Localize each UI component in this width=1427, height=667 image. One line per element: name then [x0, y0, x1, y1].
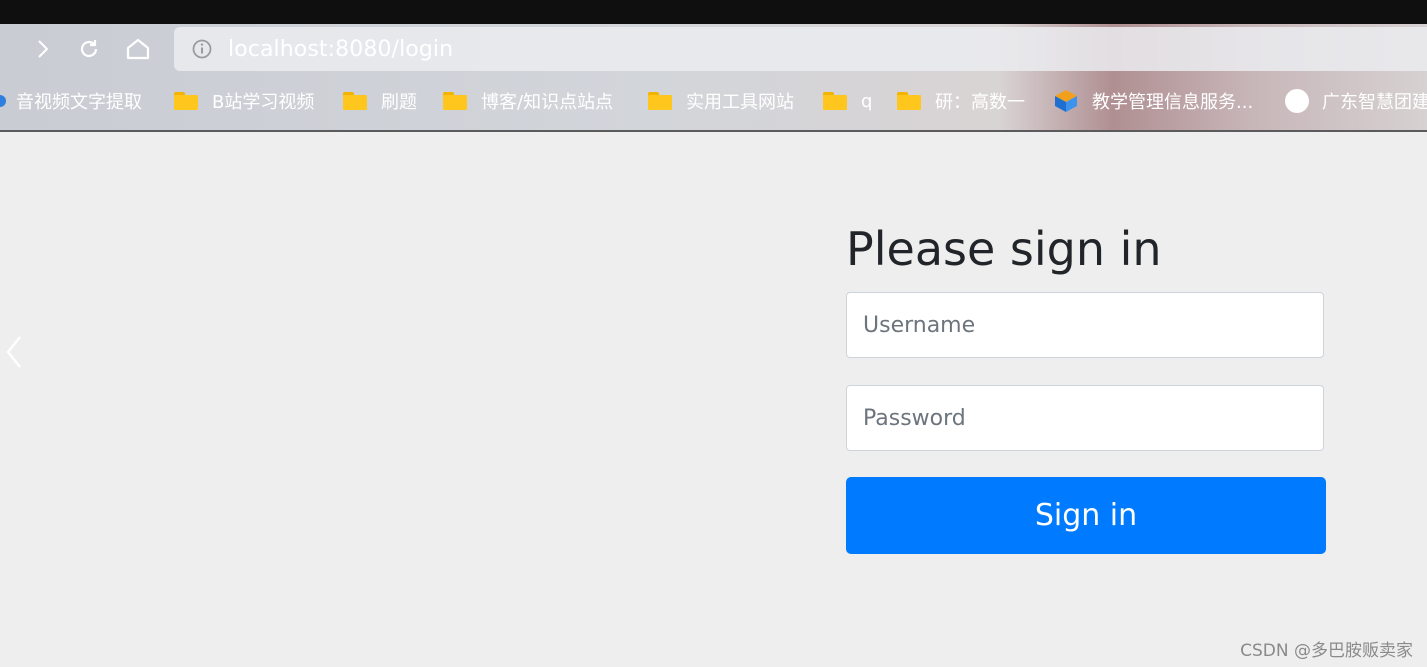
- url-text[interactable]: localhost:8080/login: [228, 37, 453, 62]
- chevron-right-icon: [38, 40, 49, 58]
- bookmark-label: B站学习视频: [212, 92, 315, 113]
- bookmark-audio-video-text[interactable]: 音视频文字提取: [0, 84, 142, 118]
- folder-icon: [897, 92, 921, 110]
- blue-dot-icon: [0, 95, 6, 107]
- bookmark-q[interactable]: q: [823, 84, 872, 118]
- bookmark-label: 刷题: [381, 92, 417, 113]
- bookmark-teaching-system[interactable]: 教学管理信息服务...: [1053, 84, 1253, 118]
- bookmark-tools[interactable]: 实用工具网站: [648, 84, 794, 118]
- address-bar[interactable]: localhost:8080/login: [174, 27, 1427, 71]
- folder-icon: [648, 92, 672, 110]
- folder-icon: [174, 92, 198, 110]
- cube-site-icon: [1055, 90, 1077, 112]
- bookmark-label: 教学管理信息服务...: [1092, 92, 1254, 113]
- home-button[interactable]: [123, 34, 153, 64]
- bookmark-bilibili[interactable]: B站学习视频: [174, 84, 314, 118]
- page-title: Please sign in: [846, 222, 1162, 276]
- sign-in-button[interactable]: Sign in: [846, 477, 1326, 554]
- bookmark-label: 音视频文字提取: [16, 92, 142, 113]
- bookmark-math[interactable]: 研：高数一: [897, 84, 1025, 118]
- bookmark-label: q: [861, 90, 873, 112]
- window-top-bar: [0, 0, 1427, 24]
- forward-button[interactable]: [28, 34, 58, 64]
- bookmarks-bar: 音视频文字提取 B站学习视频 刷题 博客/知识点站点 实用工具网站 q 研：高数…: [0, 84, 1427, 118]
- username-input[interactable]: [846, 292, 1324, 358]
- browser-chrome: localhost:8080/login 音视频文字提取 B站学习视频 刷题 博…: [0, 24, 1427, 132]
- watermark: CSDN @多巴胺贩卖家: [1240, 641, 1413, 661]
- home-icon: [126, 38, 150, 60]
- browser-nav-row: localhost:8080/login: [0, 24, 1427, 74]
- folder-icon: [343, 92, 367, 110]
- bookmark-label: 广东智慧团建: [1322, 92, 1427, 113]
- bookmark-youth-league[interactable]: 广东智慧团建: [1285, 84, 1427, 118]
- bookmark-label: 博客/知识点站点: [481, 92, 614, 113]
- chevron-left-icon[interactable]: [2, 332, 26, 372]
- bookmark-blogs[interactable]: 博客/知识点站点: [443, 84, 613, 118]
- folder-icon: [443, 92, 467, 110]
- info-icon[interactable]: [192, 39, 212, 59]
- folder-icon: [823, 92, 847, 110]
- reload-icon: [80, 40, 98, 58]
- bookmark-label: 实用工具网站: [686, 92, 794, 113]
- password-input[interactable]: [846, 385, 1324, 451]
- bookmark-practice[interactable]: 刷题: [343, 84, 417, 118]
- white-circle-icon: [1285, 89, 1309, 113]
- reload-button[interactable]: [74, 34, 104, 64]
- bookmark-label: 研：高数一: [935, 92, 1025, 113]
